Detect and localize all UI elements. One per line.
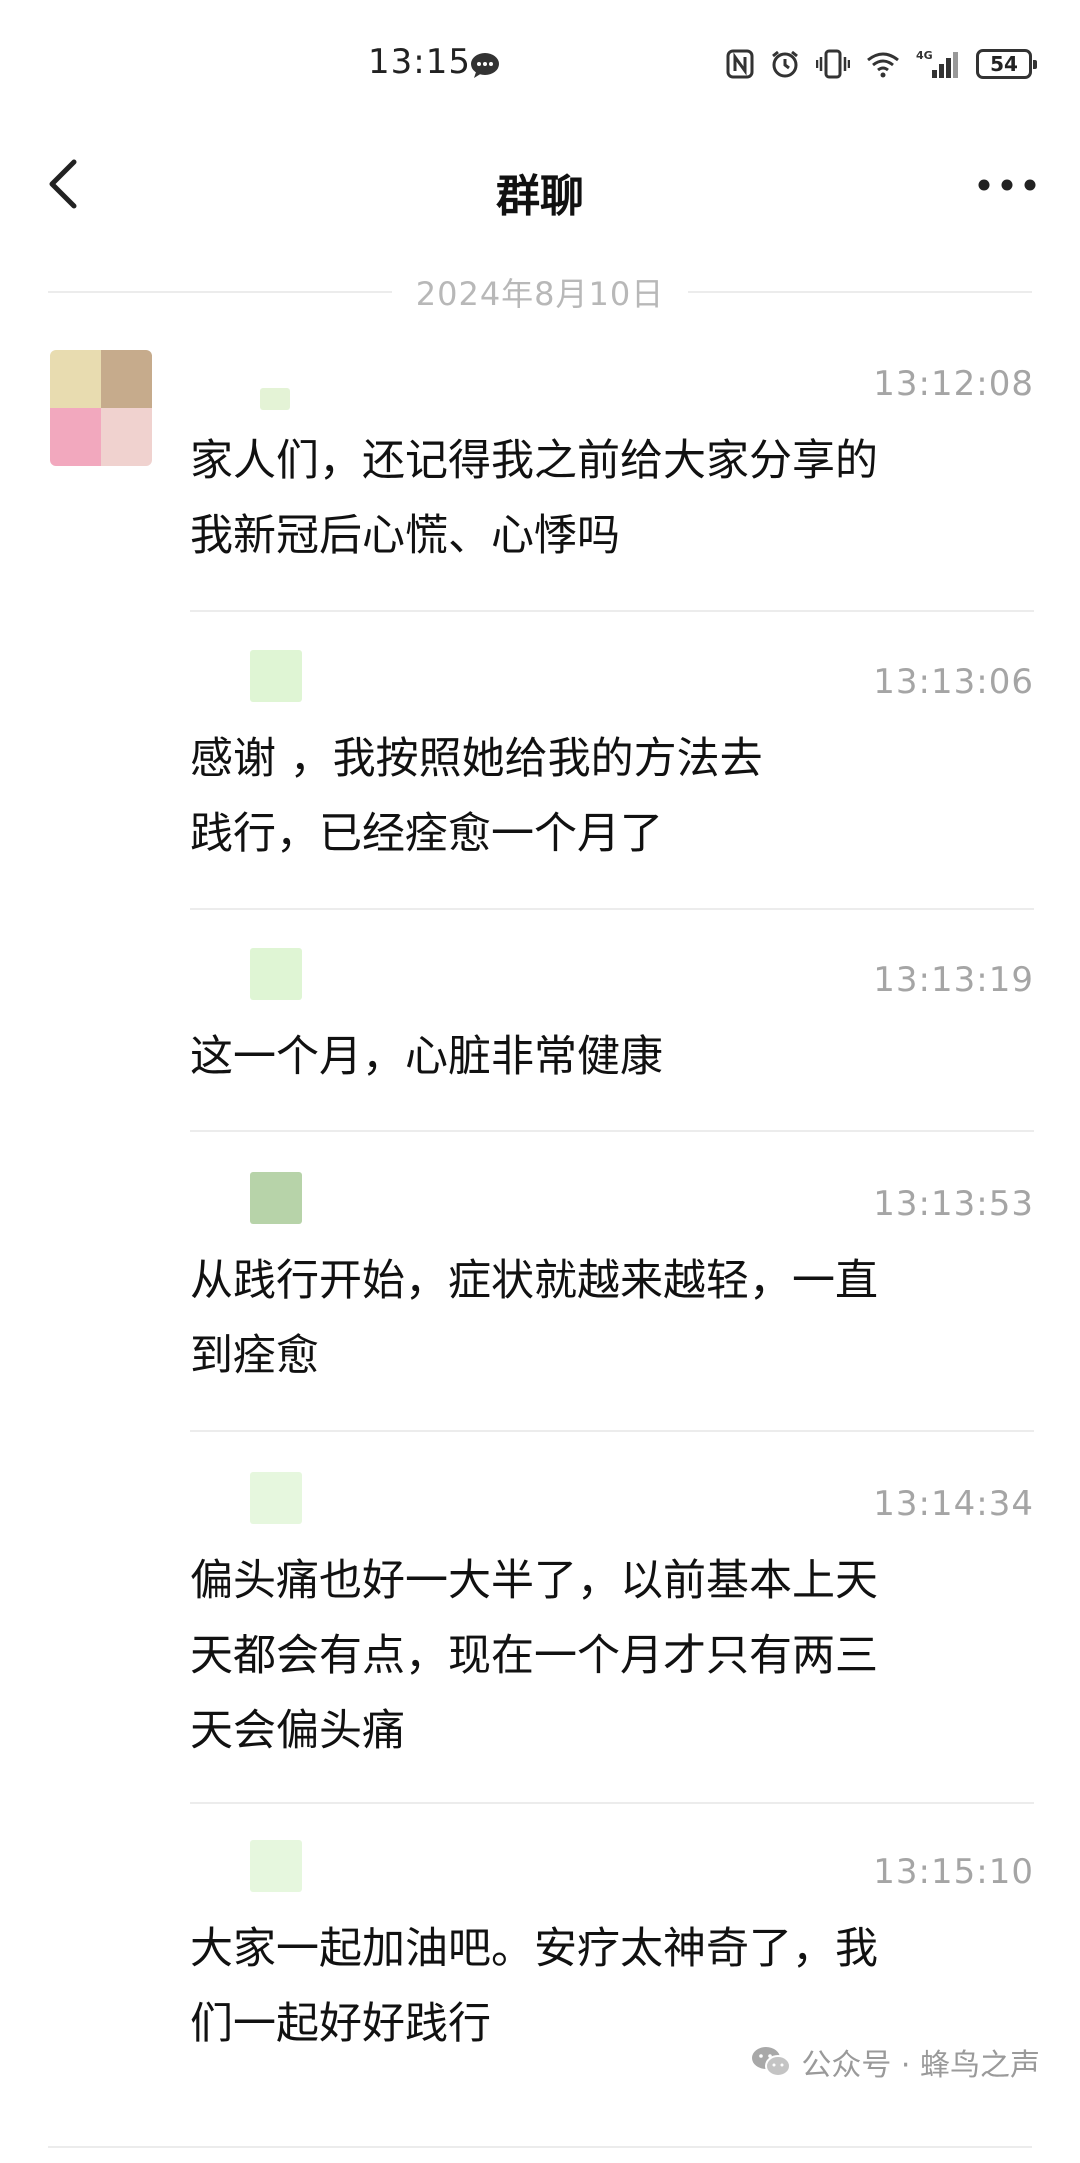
battery-indicator: 54 <box>976 49 1037 79</box>
message-time: 13:15:10 <box>873 1852 1034 1892</box>
divider-line <box>48 291 392 293</box>
wechat-icon <box>752 2047 792 2077</box>
message-separator <box>190 1430 1034 1432</box>
chat-message[interactable]: 13:13:06 感谢 ，我按照她给我的方法去 践行，已经痊愈一个月了 <box>190 650 1034 910</box>
status-icons: 4G 54 <box>726 46 1037 82</box>
message-time: 13:14:34 <box>873 1484 1034 1524</box>
message-text: 偏头痛也好一大半了，以前基本上天 天都会有点，现在一个月才只有两三 天会偏头痛 <box>190 1556 878 1756</box>
divider-line <box>688 291 1032 293</box>
date-divider: 2024年8月10日 <box>48 270 1032 314</box>
chat-message[interactable]: 13:12:08 家人们，还记得我之前给大家分享的 我新冠后心慌、心悸吗 <box>190 352 1034 612</box>
message-text: 从践行开始，症状就越来越轻，一直 到痊愈 <box>190 1256 878 1381</box>
chat-message[interactable]: 13:13:19 这一个月，心脏非常健康 <box>190 948 1034 1132</box>
signal-icon: 4G <box>916 49 958 78</box>
sender-name-redacted <box>250 1472 302 1524</box>
wifi-icon <box>867 52 899 78</box>
more-dots-icon[interactable] <box>972 160 1042 210</box>
sender-name-redacted <box>250 948 302 1000</box>
sender-name-redacted <box>260 388 290 410</box>
message-time: 13:13:06 <box>873 662 1034 702</box>
network-label: 4G <box>916 49 933 62</box>
nav-bar: 群聊 <box>0 130 1080 240</box>
message-separator <box>190 1802 1034 1804</box>
message-text: 家人们，还记得我之前给大家分享的 我新冠后心慌、心悸吗 <box>190 436 878 561</box>
message-time: 13:12:08 <box>873 364 1034 404</box>
message-text: 这一个月，心脏非常健康 <box>190 1032 663 1082</box>
status-bar: 13:15 4G 54 <box>0 0 1080 130</box>
sender-name-redacted <box>250 650 302 702</box>
alarm-icon <box>772 50 798 78</box>
message-text: 感谢 ，我按照她给我的方法去 践行，已经痊愈一个月了 <box>190 734 763 859</box>
vibrate-icon <box>816 49 850 79</box>
chat-message[interactable]: 13:13:53 从践行开始，症状就越来越轻，一直 到痊愈 <box>190 1172 1034 1434</box>
message-separator <box>190 908 1034 910</box>
watermark-text: 公众号 · 蜂鸟之声 <box>801 2048 1040 2083</box>
watermark: 公众号 · 蜂鸟之声 <box>751 2040 1040 2084</box>
sender-name-redacted <box>250 1840 302 1892</box>
message-time: 13:13:19 <box>873 960 1034 1000</box>
message-time: 13:13:53 <box>873 1184 1034 1224</box>
date-label: 2024年8月10日 <box>415 275 665 313</box>
nfc-icon <box>726 49 754 79</box>
sender-name-redacted <box>250 1172 302 1224</box>
message-separator <box>190 1130 1034 1132</box>
message-separator <box>190 610 1034 612</box>
avatar[interactable] <box>50 350 152 466</box>
chat-message[interactable]: 13:14:34 偏头痛也好一大半了，以前基本上天 天都会有点，现在一个月才只有… <box>190 1472 1034 1804</box>
page-title: 群聊 <box>496 171 584 222</box>
status-time: 13:15 <box>368 42 471 82</box>
message-bubble-icon <box>471 53 499 78</box>
bottom-divider <box>48 2146 1032 2148</box>
